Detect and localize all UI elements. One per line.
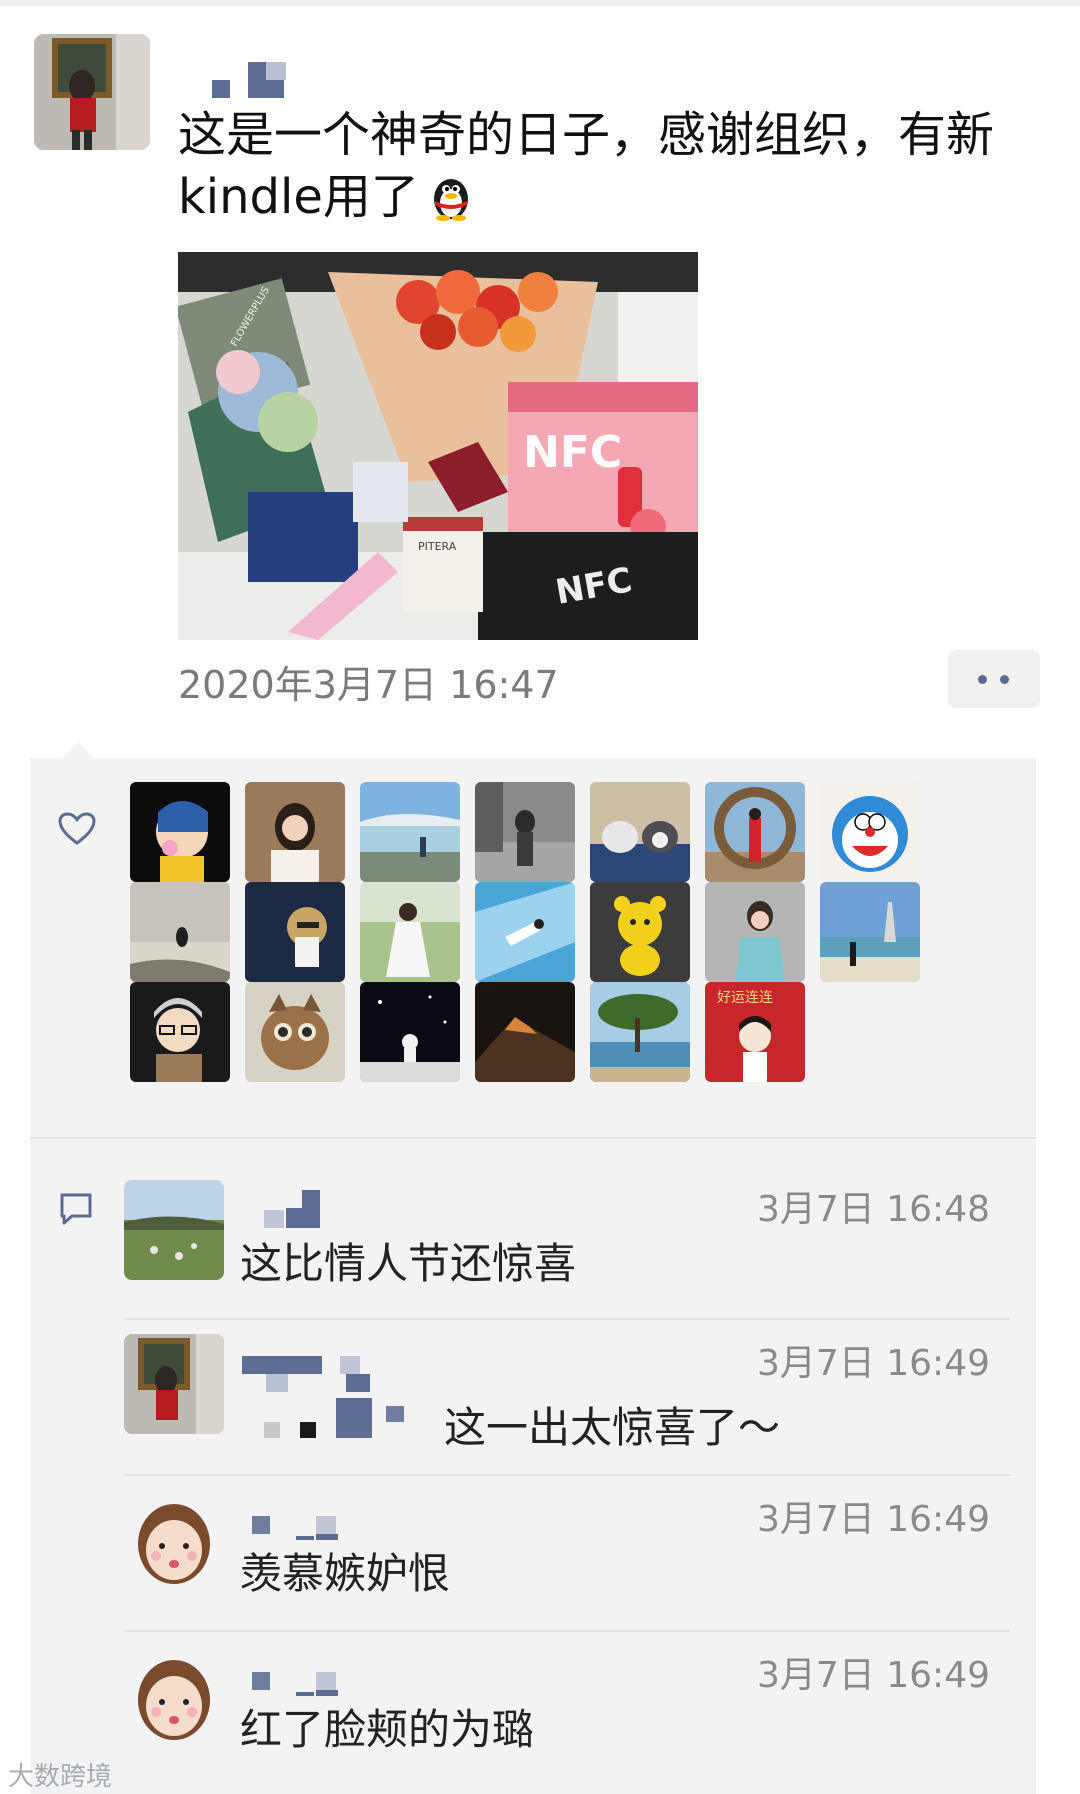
like-avatar[interactable] <box>590 782 690 882</box>
post-text-content: 这是一个神奇的日子，感谢组织，有新kindle用了 <box>178 107 995 225</box>
like-avatar[interactable] <box>245 782 345 882</box>
post-author-name[interactable] <box>180 58 340 98</box>
like-avatar[interactable] <box>590 882 690 982</box>
commenter-name[interactable] <box>236 1344 416 1440</box>
comment-icon <box>60 1193 92 1225</box>
post-photo[interactable]: FLOWERPLUS NFC NFC PITERA <box>178 252 698 640</box>
like-avatar[interactable] <box>590 982 690 1082</box>
comment-text: 这比情人节还惊喜 <box>240 1239 577 1288</box>
post-author-avatar[interactable] <box>34 34 150 150</box>
like-avatar[interactable] <box>360 782 460 882</box>
comment-text: 这一出太惊喜了～ <box>444 1403 781 1452</box>
panel-pointer <box>62 742 94 758</box>
like-avatar[interactable] <box>360 982 460 1082</box>
comment-item[interactable]: 3月7日 16:48 这比情人节还惊喜 <box>124 1180 1014 1300</box>
more-dots-icon <box>1000 675 1009 684</box>
comment-divider <box>124 1474 1010 1476</box>
top-bar <box>0 0 1080 6</box>
like-avatar[interactable] <box>475 882 575 982</box>
like-avatar[interactable] <box>475 782 575 882</box>
like-avatar[interactable] <box>245 882 345 982</box>
like-avatar[interactable] <box>360 882 460 982</box>
comment-time: 3月7日 16:49 <box>757 1343 990 1384</box>
like-avatar[interactable]: 好运连连 <box>705 982 805 1082</box>
commenter-avatar[interactable] <box>124 1180 224 1280</box>
like-avatar[interactable] <box>130 782 230 882</box>
comment-time: 3月7日 16:48 <box>757 1189 990 1230</box>
commenter-avatar[interactable] <box>124 1490 224 1590</box>
like-avatar[interactable] <box>705 782 805 882</box>
comment-item[interactable]: 3月7日 16:49 这一出太惊喜了～ <box>124 1334 1014 1464</box>
good-luck-text: 好运连连 <box>717 990 773 1006</box>
comment-item[interactable]: 3月7日 16:49 红了脸颊的为璐 <box>124 1646 1014 1766</box>
like-avatar[interactable] <box>705 882 805 982</box>
comment-divider <box>124 1318 1010 1320</box>
comment-text: 羡慕嫉妒恨 <box>240 1549 451 1598</box>
like-avatar[interactable] <box>820 782 920 882</box>
watermark: 大数跨境 <box>8 1762 113 1792</box>
like-avatar[interactable] <box>130 982 230 1082</box>
qq-penguin-icon <box>423 171 479 221</box>
post-timestamp: 2020年3月7日 16:47 <box>178 663 559 707</box>
comment-item[interactable]: 3月7日 16:49 羡慕嫉妒恨 <box>124 1490 1014 1610</box>
comment-time: 3月7日 16:49 <box>757 1499 990 1540</box>
comment-divider <box>124 1630 1010 1632</box>
likes-comments-divider <box>30 1137 1036 1139</box>
photo-pitera-label: PITERA <box>418 540 457 553</box>
comment-text: 红了脸颊的为璐 <box>240 1705 535 1754</box>
commenter-avatar[interactable] <box>124 1646 224 1746</box>
photo-nfc-label: NFC <box>523 427 622 478</box>
heart-icon <box>58 812 96 845</box>
like-avatar[interactable] <box>475 982 575 1082</box>
more-dots-icon <box>978 675 987 684</box>
like-avatar[interactable] <box>820 882 920 982</box>
more-actions-button[interactable] <box>948 650 1040 708</box>
like-avatar[interactable] <box>130 882 230 982</box>
comment-time: 3月7日 16:49 <box>757 1655 990 1696</box>
post-text: 这是一个神奇的日子，感谢组织，有新kindle用了 <box>178 104 1038 228</box>
commenter-avatar[interactable] <box>124 1334 224 1434</box>
like-avatar[interactable] <box>245 982 345 1082</box>
